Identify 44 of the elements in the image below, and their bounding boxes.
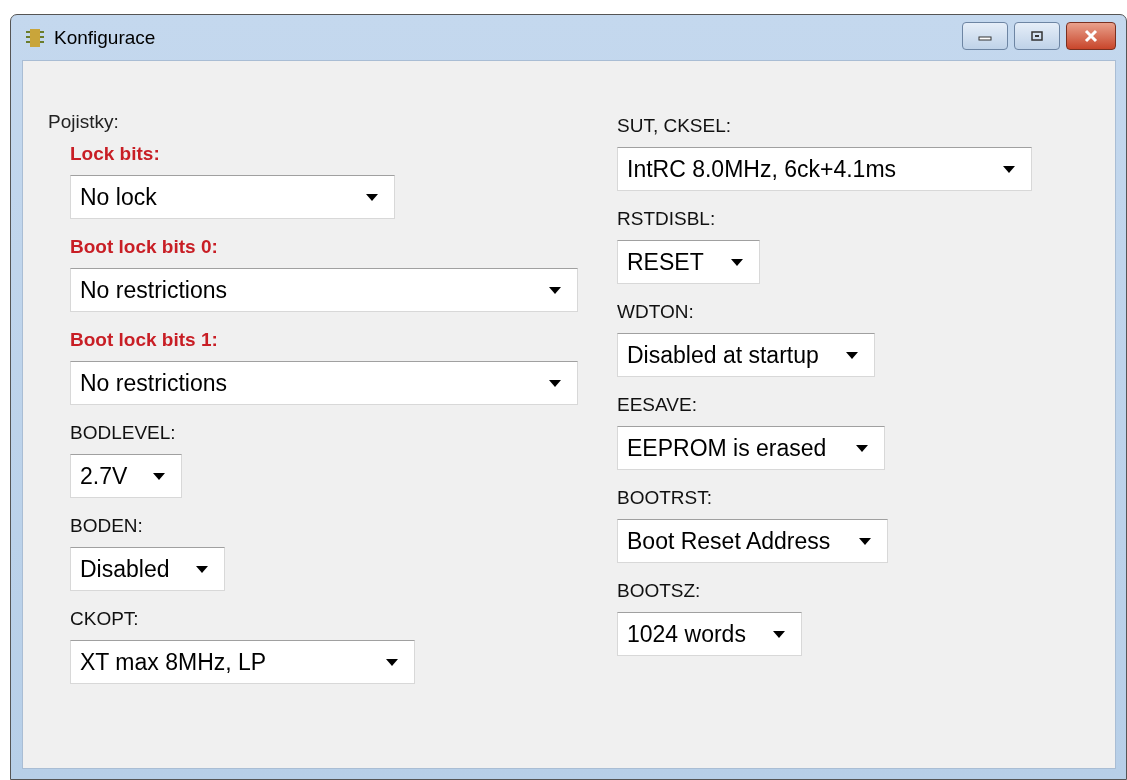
chip-icon xyxy=(26,27,44,48)
dropdown[interactable]: Disabled at startup xyxy=(617,333,875,377)
dropdown[interactable]: 2.7V xyxy=(70,454,182,498)
dropdown[interactable]: XT max 8MHz, LP xyxy=(70,640,415,684)
dropdown[interactable]: No restrictions xyxy=(70,268,578,312)
field-label: BOOTSZ: xyxy=(617,579,702,603)
dropdown[interactable]: RESET xyxy=(617,240,760,284)
maximize-icon xyxy=(1030,29,1044,42)
section-label: Pojistky: xyxy=(48,111,120,133)
field-label: CKOPT: xyxy=(70,607,140,631)
field-label: RSTDISBL: xyxy=(617,207,717,231)
field-label: SUT, CKSEL: xyxy=(617,114,733,138)
dropdown[interactable]: Disabled xyxy=(70,547,225,591)
field-label: EESAVE: xyxy=(617,393,698,417)
caret-icon xyxy=(731,258,743,266)
dropdown[interactable]: No lock xyxy=(70,175,395,219)
caret-icon xyxy=(856,444,868,452)
close-icon xyxy=(1083,28,1099,43)
field-label: Lock bits: xyxy=(70,142,161,166)
dropdown[interactable]: IntRC 8.0MHz, 6ck+4.1ms xyxy=(617,147,1032,191)
field-label: BODLEVEL: xyxy=(70,421,177,445)
window-title: Konfigurace xyxy=(54,26,156,49)
field-label: WDTON: xyxy=(617,300,695,324)
field-label: BOOTRST: xyxy=(617,486,713,510)
caret-icon xyxy=(366,193,378,201)
field-label: Boot lock bits 1: xyxy=(70,328,219,352)
minimize-button[interactable] xyxy=(962,21,1008,50)
close-button[interactable] xyxy=(1066,21,1116,50)
caret-icon xyxy=(386,658,398,666)
caret-icon xyxy=(773,630,785,638)
caret-icon xyxy=(196,565,208,573)
field-label: BODEN: xyxy=(70,514,144,538)
caret-icon xyxy=(846,351,858,359)
field-label: Boot lock bits 0: xyxy=(70,235,219,259)
dropdown[interactable]: EEPROM is erased xyxy=(617,426,885,470)
dropdown[interactable]: No restrictions xyxy=(70,361,578,405)
dropdown[interactable]: Boot Reset Address xyxy=(617,519,888,563)
caret-icon xyxy=(1003,165,1015,173)
caret-icon xyxy=(153,472,165,480)
caret-icon xyxy=(859,537,871,545)
caret-icon xyxy=(549,379,561,387)
dropdown[interactable]: 1024 words xyxy=(617,612,802,656)
caret-icon xyxy=(549,286,561,294)
maximize-button[interactable] xyxy=(1014,21,1060,50)
